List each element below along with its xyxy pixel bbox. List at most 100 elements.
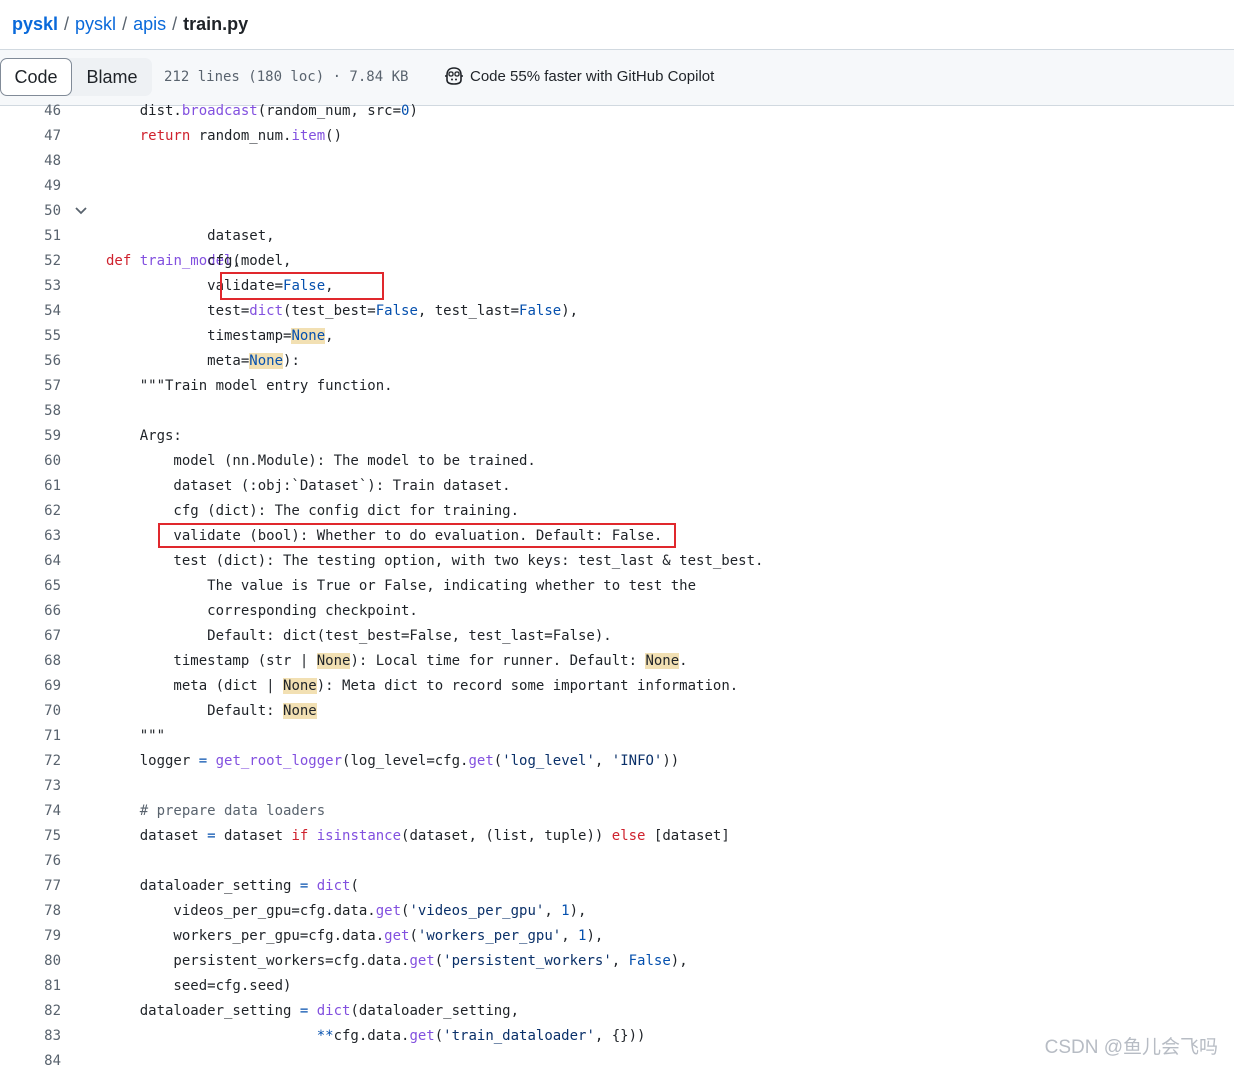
code-text: cfg (dict): The config dict for training… — [106, 503, 520, 519]
line-number[interactable]: 69 — [0, 674, 61, 699]
code-text: timestamp=None, — [106, 328, 334, 344]
line-number[interactable]: 47 — [0, 124, 61, 149]
line-number[interactable]: 83 — [0, 1024, 61, 1049]
line-number[interactable]: 68 — [0, 649, 61, 674]
line-number[interactable]: 76 — [0, 849, 61, 874]
breadcrumb-subfolder-link[interactable]: apis — [133, 14, 166, 35]
code-line: 72 logger = get_root_logger(log_level=cf… — [0, 749, 1234, 774]
line-number[interactable]: 57 — [0, 374, 61, 399]
code-line: 73 — [0, 774, 1234, 799]
line-number[interactable]: 46 — [0, 99, 61, 124]
code-text: The value is True or False, indicating w… — [106, 578, 697, 594]
line-number[interactable]: 54 — [0, 299, 61, 324]
line-number[interactable]: 75 — [0, 824, 61, 849]
code-line: 51 dataset, — [0, 224, 1234, 249]
code-text: videos_per_gpu=cfg.data.get('videos_per_… — [106, 903, 587, 919]
code-line: 57 """Train model entry function. — [0, 374, 1234, 399]
code-line: 54 test=dict(test_best=False, test_last=… — [0, 299, 1234, 324]
line-number[interactable]: 80 — [0, 949, 61, 974]
code-line: 77 dataloader_setting = dict( — [0, 874, 1234, 899]
watermark: CSDN @鱼儿会飞吗 — [1044, 1037, 1218, 1058]
line-number[interactable]: 78 — [0, 899, 61, 924]
line-number[interactable]: 62 — [0, 499, 61, 524]
line-number[interactable]: 56 — [0, 349, 61, 374]
code-line: 68 timestamp (str | None): Local time fo… — [0, 649, 1234, 674]
line-number[interactable]: 72 — [0, 749, 61, 774]
line-number[interactable]: 84 — [0, 1049, 61, 1074]
line-number[interactable]: 70 — [0, 699, 61, 724]
code-text: logger = get_root_logger(log_level=cfg.g… — [106, 753, 680, 769]
line-number[interactable]: 73 — [0, 774, 61, 799]
line-number[interactable]: 52 — [0, 249, 61, 274]
line-number[interactable]: 60 — [0, 449, 61, 474]
line-number[interactable]: 82 — [0, 999, 61, 1024]
code-comment: # prepare data loaders — [106, 803, 326, 819]
line-number[interactable]: 71 — [0, 724, 61, 749]
code-text: validate=False, — [106, 278, 334, 294]
line-number[interactable]: 77 — [0, 874, 61, 899]
line-number[interactable]: 61 — [0, 474, 61, 499]
code-line: 56 meta=None): — [0, 349, 1234, 374]
line-number[interactable]: 65 — [0, 574, 61, 599]
copilot-icon — [445, 67, 463, 85]
code-text: cfg, — [106, 253, 241, 269]
line-number[interactable]: 49 — [0, 174, 61, 199]
line-number[interactable]: 67 — [0, 624, 61, 649]
code-text: meta=None): — [106, 353, 300, 369]
code-line: 67 Default: dict(test_best=False, test_l… — [0, 624, 1234, 649]
code-text: meta (dict | None): Meta dict to record … — [106, 678, 739, 694]
code-line: 59 Args: — [0, 424, 1234, 449]
breadcrumb-repo-link[interactable]: pyskl — [12, 14, 58, 35]
line-number[interactable]: 64 — [0, 549, 61, 574]
line-number[interactable]: 74 — [0, 799, 61, 824]
line-number[interactable]: 55 — [0, 324, 61, 349]
code-text: dataset = dataset if isinstance(dataset,… — [106, 828, 730, 844]
code-text: Default: dict(test_best=False, test_last… — [106, 628, 612, 644]
view-toggle: Code Blame — [0, 58, 152, 96]
line-number[interactable]: 50 — [0, 199, 61, 224]
copilot-promo-label: Code 55% faster with GitHub Copilot — [470, 67, 715, 85]
breadcrumb-current-file: train.py — [183, 14, 249, 34]
code-text: Default: None — [106, 703, 317, 719]
line-number[interactable]: 51 — [0, 224, 61, 249]
code-text: validate (bool): Whether to do evaluatio… — [106, 528, 663, 544]
code-text: seed=cfg.seed) — [106, 978, 292, 994]
breadcrumb-separator: / — [64, 14, 70, 34]
line-number[interactable]: 58 — [0, 399, 61, 424]
blame-view-button[interactable]: Blame — [72, 58, 152, 96]
code-view-button[interactable]: Code — [0, 58, 72, 96]
code-text: corresponding checkpoint. — [106, 603, 418, 619]
line-number[interactable]: 79 — [0, 924, 61, 949]
code-line: 61 dataset (:obj:`Dataset`): Train datas… — [0, 474, 1234, 499]
code-line: 52 cfg, — [0, 249, 1234, 274]
line-number[interactable]: 81 — [0, 974, 61, 999]
code-line: 74 # prepare data loaders — [0, 799, 1234, 824]
code-line: 55 timestamp=None, — [0, 324, 1234, 349]
copilot-promo-link[interactable]: Code 55% faster with GitHub Copilot — [444, 67, 714, 85]
code-line: 66 corresponding checkpoint. — [0, 599, 1234, 624]
code-line: 65 The value is True or False, indicatin… — [0, 574, 1234, 599]
code-text: timestamp (str | None): Local time for r… — [106, 653, 688, 669]
code-line: 80 persistent_workers=cfg.data.get('pers… — [0, 949, 1234, 974]
breadcrumb: pyskl / pyskl / apis / train.py — [0, 0, 1234, 49]
line-number[interactable]: 66 — [0, 599, 61, 624]
code-line: 47 return random_num.item() — [0, 124, 1234, 149]
code-text: """ — [106, 728, 166, 744]
chevron-down-icon[interactable] — [74, 205, 88, 217]
code-text: dataloader_setting = dict(dataloader_set… — [106, 1003, 520, 1019]
code-line: 49 — [0, 174, 1234, 199]
code-text: dist.broadcast(random_num, src=0) — [106, 103, 418, 119]
code-text: workers_per_gpu=cfg.data.get('workers_pe… — [106, 928, 604, 944]
code-line: 60 model (nn.Module): The model to be tr… — [0, 449, 1234, 474]
line-number[interactable]: 59 — [0, 424, 61, 449]
breadcrumb-separator: / — [172, 14, 178, 34]
line-number[interactable]: 53 — [0, 274, 61, 299]
breadcrumb-folder-link[interactable]: pyskl — [75, 14, 116, 35]
code-line: 62 cfg (dict): The config dict for train… — [0, 499, 1234, 524]
code-line: 70 Default: None — [0, 699, 1234, 724]
code-line: 71 """ — [0, 724, 1234, 749]
code-text: dataloader_setting = dict( — [106, 878, 359, 894]
line-number[interactable]: 63 — [0, 524, 61, 549]
code-text: dataset (:obj:`Dataset`): Train dataset. — [106, 478, 511, 494]
line-number[interactable]: 48 — [0, 149, 61, 174]
